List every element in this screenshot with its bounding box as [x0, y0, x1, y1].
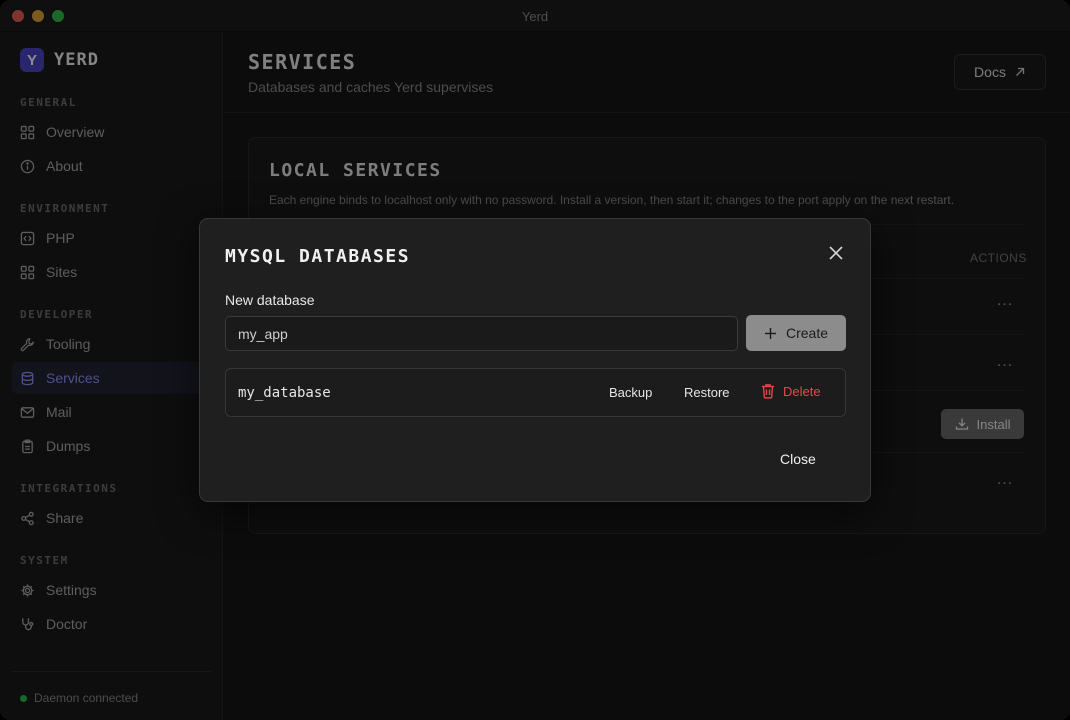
database-name: my_database: [238, 385, 331, 401]
new-database-input[interactable]: [225, 316, 738, 351]
modal-title: MYSQL DATABASES: [225, 246, 411, 267]
trash-icon: [762, 384, 774, 399]
close-icon[interactable]: [827, 244, 845, 262]
close-button[interactable]: Close: [780, 451, 816, 467]
restore-button[interactable]: Restore: [684, 385, 730, 400]
app-window: Yerd Y YERD GENERAL Overview About ENVIR…: [0, 0, 1070, 720]
plus-icon: [764, 327, 776, 339]
delete-button[interactable]: Delete: [761, 383, 821, 399]
delete-label: Delete: [783, 383, 821, 399]
create-button[interactable]: Create: [746, 315, 846, 351]
mysql-databases-modal: MYSQL DATABASES New database Create my_d…: [199, 218, 871, 502]
create-label: Create: [785, 325, 829, 341]
backup-button[interactable]: Backup: [609, 385, 652, 400]
new-database-label: New database: [225, 292, 315, 308]
database-row: my_database Backup Restore Delete: [225, 368, 846, 417]
